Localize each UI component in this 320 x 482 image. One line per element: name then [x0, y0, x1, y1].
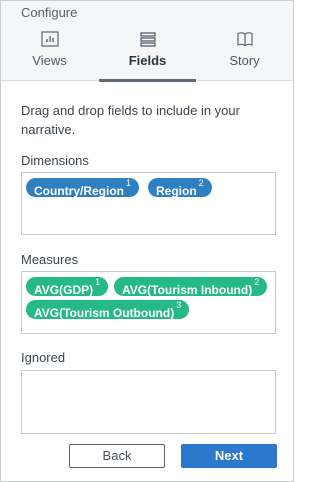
field-pill-badge: 2	[254, 277, 260, 287]
layers-icon	[139, 32, 156, 47]
field-pill-label: AVG(Tourism Outbound)	[34, 306, 175, 320]
field-pill-avg-gdp[interactable]: AVG(GDP)1	[26, 277, 109, 297]
tab-fields-label: Fields	[128, 53, 167, 68]
field-pill-label: Region	[156, 184, 197, 198]
dimensions-dropzone[interactable]: Country/Region1 Region2	[21, 172, 276, 235]
field-pill-label: AVG(Tourism Inbound)	[122, 283, 253, 297]
field-pill-avg-tourism-outbound[interactable]: AVG(Tourism Outbound)3	[26, 300, 190, 320]
tab-fields[interactable]: Fields	[99, 31, 196, 82]
tab-story-label: Story	[229, 53, 260, 68]
tab-views[interactable]: Views	[1, 31, 98, 81]
ignored-dropzone[interactable]	[21, 370, 276, 434]
measures-dropzone[interactable]: AVG(GDP)1 AVG(Tourism Inbound)2 AVG(Tour…	[21, 271, 276, 334]
field-pill-badge: 1	[95, 277, 101, 287]
ignored-label: Ignored	[21, 350, 66, 365]
dimensions-label: Dimensions	[21, 153, 89, 168]
field-pill-region[interactable]: Region2	[148, 178, 212, 198]
next-button[interactable]: Next	[181, 444, 277, 468]
field-pill-badge: 2	[198, 178, 204, 188]
panel-header: Configure Views Fields Story	[1, 1, 293, 82]
field-pill-label: AVG(GDP)	[34, 283, 94, 297]
tab-views-label: Views	[32, 53, 67, 68]
bar-chart-icon	[40, 31, 59, 47]
back-button[interactable]: Back	[69, 444, 165, 468]
measures-label: Measures	[21, 252, 79, 267]
book-icon	[236, 32, 253, 47]
field-pill-label: Country/Region	[34, 184, 124, 198]
field-pill-avg-tourism-inbound[interactable]: AVG(Tourism Inbound)2	[114, 277, 268, 297]
configure-panel: Configure Views Fields Story Drag and dr…	[0, 0, 294, 482]
panel-title: Configure	[21, 5, 78, 20]
field-pill-badge: 3	[176, 300, 182, 310]
field-pill-country-region[interactable]: Country/Region1	[26, 178, 140, 198]
instruction-text: Drag and drop fields to include in your …	[21, 103, 240, 137]
tab-story[interactable]: Story	[196, 31, 293, 81]
field-pill-badge: 1	[126, 178, 132, 188]
